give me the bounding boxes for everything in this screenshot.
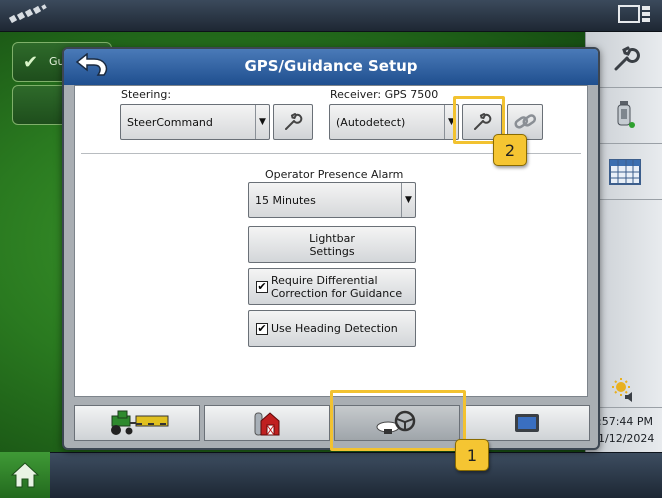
table-grid-icon	[608, 158, 641, 185]
lightbar-settings-button[interactable]: Lightbar Settings	[248, 226, 416, 263]
satellite-gps-icon[interactable]	[8, 4, 48, 26]
tab-farm[interactable]	[204, 405, 330, 441]
tab-vehicle[interactable]	[74, 405, 200, 441]
top-bar	[0, 0, 662, 32]
dialog-header: GPS/Guidance Setup	[64, 49, 598, 85]
wrench-icon	[285, 113, 303, 130]
alarm-value: 15 Minutes	[255, 193, 316, 207]
operator-presence-alarm-label: Operator Presence Alarm	[265, 168, 404, 181]
brightness-volume-icon	[611, 377, 632, 402]
checkbox[interactable]: ✔	[256, 323, 268, 335]
tab-display[interactable]	[464, 405, 590, 441]
bottom-bar	[0, 452, 662, 498]
home-icon	[10, 462, 40, 488]
checkbox[interactable]: ✔	[256, 281, 268, 293]
require-differential-correction-checkbox[interactable]: ✔ Require Differential Correction for Gu…	[248, 268, 416, 305]
use-heading-detection-checkbox[interactable]: ✔ Use Heading Detection	[248, 310, 416, 347]
chain-link-icon	[514, 114, 537, 129]
steering-setup-button[interactable]	[273, 104, 313, 140]
steering-dropdown[interactable]: SteerCommand ▼	[120, 104, 270, 140]
callout-highlight-gps-tab	[330, 390, 466, 451]
dialog-title: GPS/Guidance Setup	[244, 57, 418, 75]
clock-display: :57:44 PM 1/12/2024	[598, 413, 662, 447]
callout-badge-1: 1	[455, 439, 489, 471]
display-screen-icon	[515, 414, 539, 432]
operator-presence-alarm-dropdown[interactable]: 15 Minutes ▼	[248, 182, 416, 218]
steering-value: SteerCommand	[127, 115, 213, 129]
receiver-label: Receiver: GPS 7500	[330, 88, 439, 101]
time-text: :57:44 PM	[598, 415, 654, 428]
lightbar-line1: Lightbar	[309, 231, 355, 245]
receiver-dropdown[interactable]: (Autodetect) ▼	[329, 104, 459, 140]
home-button[interactable]	[0, 452, 50, 498]
steering-label: Steering:	[121, 88, 172, 101]
date-text: 1/12/2024	[598, 432, 655, 445]
barn-silo-icon	[254, 412, 280, 436]
lightbar-line2: Settings	[309, 244, 355, 258]
tractor-implement-icon	[111, 410, 169, 435]
device-status-icon	[617, 100, 635, 128]
chevron-down-icon: ▼	[401, 183, 415, 217]
wrench-icon	[614, 46, 640, 70]
diff-line1: Require Differential	[271, 274, 378, 287]
check-icon: ✔	[23, 52, 39, 73]
chevron-down-icon: ▼	[255, 105, 269, 139]
receiver-value: (Autodetect)	[336, 115, 406, 129]
settings-panel: Steering: SteerCommand ▼ Receiver: GPS 7…	[74, 85, 588, 397]
diff-line2: Correction for Guidance	[271, 287, 403, 300]
heading-label: Use Heading Detection	[271, 322, 398, 335]
callout-badge-2: 2	[493, 134, 527, 166]
layout-manager-icon[interactable]	[618, 4, 652, 26]
